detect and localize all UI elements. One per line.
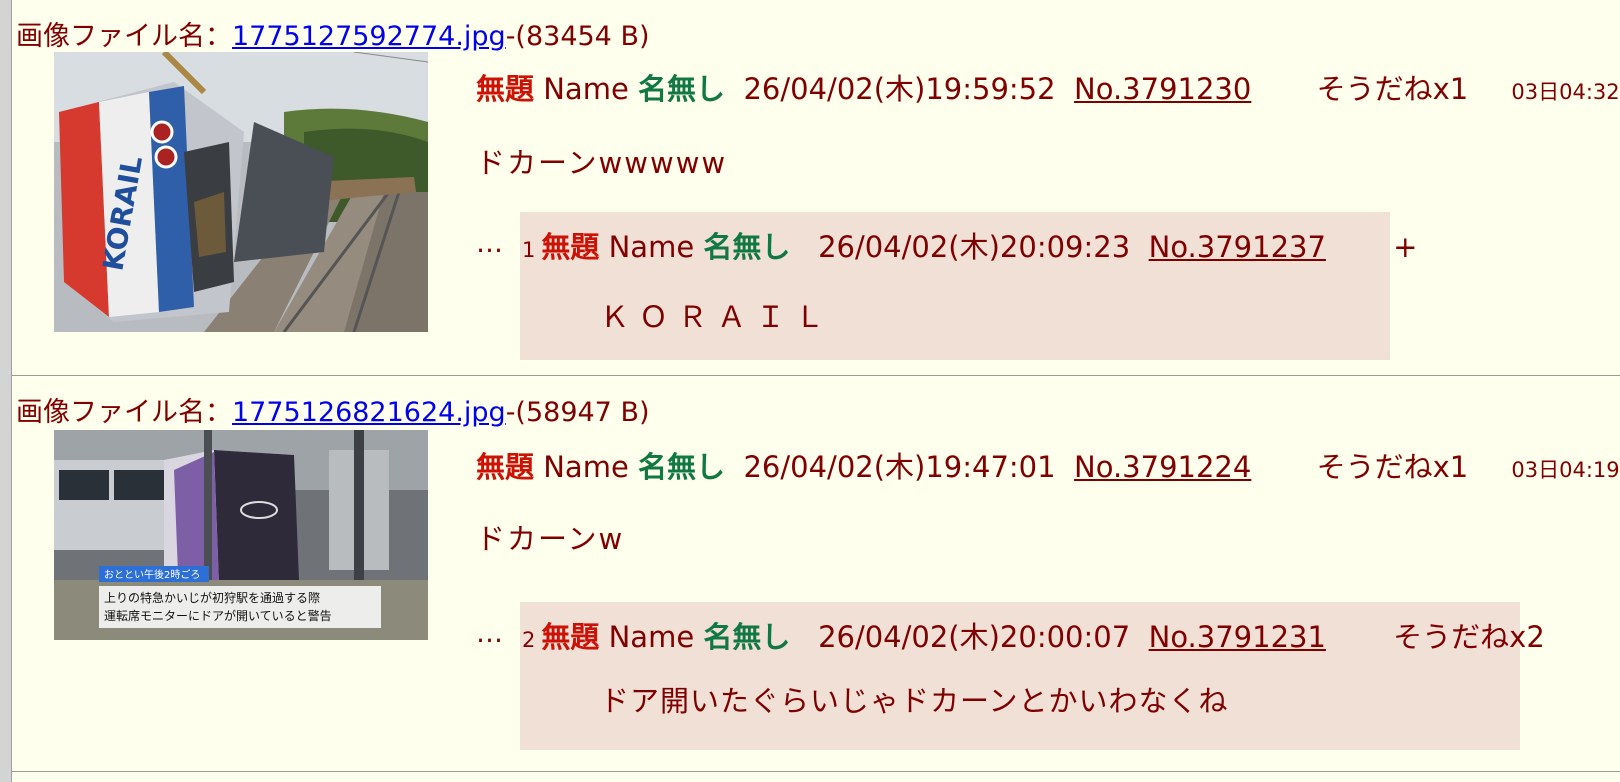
post-body: ドカーンw xyxy=(476,522,625,556)
file-size: -(83454 B) xyxy=(505,21,650,52)
reply-subject: 無題 xyxy=(541,230,600,264)
reply-post: 1 無題 Name 名無し 26/04/02(木)20:09:23 No.3791… xyxy=(520,212,1417,360)
reply-body: ＫＯＲＡＩＬ xyxy=(600,300,835,334)
name-label: Name xyxy=(543,72,629,106)
post-number-link[interactable]: No.3791224 xyxy=(1074,450,1251,484)
post-subject: 無題 xyxy=(476,72,535,106)
sodane-button[interactable]: そうだねx1 xyxy=(1317,450,1469,484)
file-label: 画像ファイル名： xyxy=(16,397,232,428)
file-info: 画像ファイル名：1775127592774.jpg-(83454 B) xyxy=(16,14,650,53)
post-date: 26/04/02(木)19:59:52 xyxy=(743,72,1056,106)
reply-number-link[interactable]: No.3791237 xyxy=(1149,230,1326,264)
sodane-button[interactable]: そうだねx1 xyxy=(1317,72,1469,106)
reply-subject: 無題 xyxy=(541,620,600,654)
sodane-plus-button[interactable]: + xyxy=(1393,230,1417,264)
name-label: Name xyxy=(543,450,629,484)
thread-divider xyxy=(12,771,1620,772)
reply-number-link[interactable]: No.3791231 xyxy=(1149,620,1326,654)
reply-name-label: Name xyxy=(608,620,695,654)
expire-time: 03日04:32頃消 xyxy=(1511,80,1620,104)
poster-name: 名無し xyxy=(638,450,726,484)
reply-ellipsis: … xyxy=(476,228,503,259)
post-date: 26/04/02(木)19:47:01 xyxy=(743,450,1056,484)
file-size: -(58947 B) xyxy=(505,397,650,428)
reply-index: 1 xyxy=(522,238,536,262)
post-header: 無題 Name 名無し 26/04/02(木)19:59:52 No.37912… xyxy=(476,66,1620,108)
reply-name-label: Name xyxy=(608,230,695,264)
thread-divider xyxy=(12,375,1620,376)
reply-date: 26/04/02(木)20:00:07 xyxy=(818,620,1131,654)
file-label: 画像ファイル名： xyxy=(16,21,232,52)
sodane-button[interactable]: そうだねx2 xyxy=(1393,620,1545,654)
reply-date: 26/04/02(木)20:09:23 xyxy=(818,230,1131,264)
thread-2: 画像ファイル名：1775126821624.jpg-(58947 B) おととい… xyxy=(12,388,1620,764)
post-subject: 無題 xyxy=(476,450,535,484)
post-header: 無題 Name 名無し 26/04/02(木)19:47:01 No.37912… xyxy=(476,444,1620,486)
post-number-link[interactable]: No.3791230 xyxy=(1074,72,1251,106)
poster-name: 名無し xyxy=(638,72,726,106)
reply-post: 2 無題 Name 名無し 26/04/02(木)20:00:07 No.3791… xyxy=(520,602,1545,750)
thumbnail-image[interactable]: おととい午後2時ごろ 上りの特急かいじが初狩駅を通過する際 運転席モニターにドア… xyxy=(54,430,428,640)
svg-text:運転席モニターにドアが開いていると警告: 運転席モニターにドアが開いていると警告 xyxy=(104,608,332,623)
left-frame-border xyxy=(0,0,12,782)
derailed-train-photo: KORAIL xyxy=(54,52,428,332)
svg-text:上りの特急かいじが初狩駅を通過する際: 上りの特急かいじが初狩駅を通過する際 xyxy=(104,590,320,605)
reply-poster-name: 名無し xyxy=(703,230,791,264)
reply-header: 2 無題 Name 名無し 26/04/02(木)20:00:07 No.3791… xyxy=(522,614,1545,656)
reply-index: 2 xyxy=(522,628,536,652)
post-body: ドカーンwwwww xyxy=(476,146,728,180)
reply-poster-name: 名無し xyxy=(703,620,791,654)
file-info: 画像ファイル名：1775126821624.jpg-(58947 B) xyxy=(16,390,650,429)
reply-body: ドア開いたぐらいじゃドカーンとかいわなくね xyxy=(600,684,1229,718)
file-link[interactable]: 1775126821624.jpg xyxy=(232,397,506,428)
svg-text:おととい午後2時ごろ: おととい午後2時ごろ xyxy=(104,568,200,581)
thread-1: 画像ファイル名：1775127592774.jpg-(83454 B) KORA… xyxy=(12,0,1620,376)
reply-header: 1 無題 Name 名無し 26/04/02(木)20:09:23 No.3791… xyxy=(522,224,1417,266)
reply-ellipsis: … xyxy=(476,618,503,649)
file-link[interactable]: 1775127592774.jpg xyxy=(232,21,506,52)
limited-express-train-photo: おととい午後2時ごろ 上りの特急かいじが初狩駅を通過する際 運転席モニターにドア… xyxy=(54,430,428,640)
expire-time: 03日04:19頃消 xyxy=(1511,458,1620,482)
thumbnail-image[interactable]: KORAIL xyxy=(54,52,428,332)
